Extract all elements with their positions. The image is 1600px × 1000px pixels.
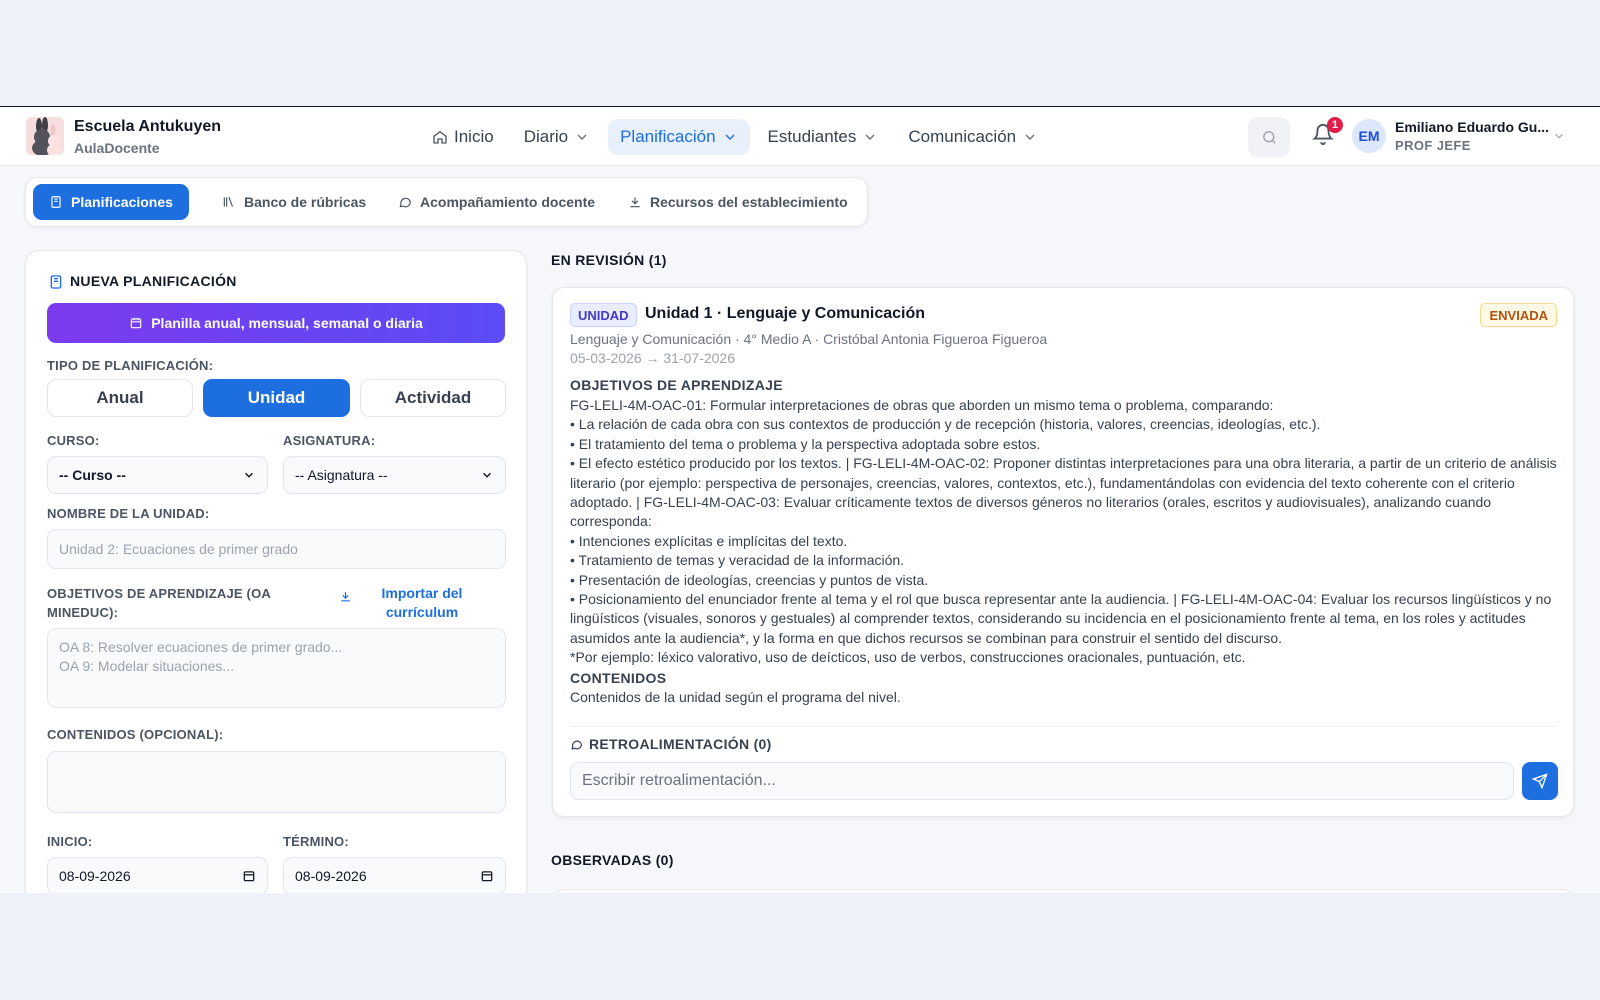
nav-comunicacion[interactable]: Comunicación: [896, 119, 1050, 155]
asignatura-select-value: -- Asignatura --: [295, 467, 388, 483]
type-badge: UNIDAD: [570, 303, 637, 327]
tab-planificaciones-label: Planificaciones: [71, 194, 173, 210]
chevron-down-icon: [1025, 134, 1035, 140]
curso-select-value: -- Curso --: [59, 467, 126, 483]
termino-date-input[interactable]: 08-09-2026: [283, 857, 506, 893]
nav-diario[interactable]: Diario: [512, 119, 602, 155]
tipo-label: TIPO DE PLANIFICACIÓN:: [47, 358, 214, 373]
tab-acompanamiento[interactable]: Acompañamiento docente: [382, 184, 611, 220]
in-review-heading: EN REVISIÓN (1): [551, 252, 667, 268]
user-role: PROF JEFE: [1395, 138, 1471, 153]
tipo-actividad-button[interactable]: Actividad: [360, 379, 506, 417]
contenidos-text: Contenidos de la unidad según el program…: [570, 689, 901, 705]
curso-label: CURSO:: [47, 433, 100, 448]
home-icon: [433, 130, 447, 144]
calendar-icon: [130, 317, 142, 329]
asignatura-label: ASIGNATURA:: [283, 433, 376, 448]
nav-planificacion[interactable]: Planificación: [608, 119, 750, 155]
chevron-down-icon: [244, 472, 254, 478]
card-meta: Lenguaje y Comunicación · 4° Medio A · C…: [570, 331, 1048, 347]
nav-estudiantes-label: Estudiantes: [767, 127, 857, 146]
oa-label: OBJETIVOS DE APRENDIZAJE (OA MINEDUC):: [47, 586, 271, 620]
feedback-input[interactable]: Escribir retroalimentación...: [570, 762, 1514, 800]
nav-comunicacion-label: Comunicación: [908, 127, 1017, 146]
status-badge: ENVIADA: [1480, 303, 1557, 327]
tab-rubricas[interactable]: Banco de rúbricas: [206, 184, 382, 220]
divider: [570, 726, 1556, 727]
termino-label: TÉRMINO:: [283, 834, 349, 849]
contenidos-heading: CONTENIDOS: [570, 670, 667, 686]
chevron-down-icon[interactable]: [1552, 129, 1566, 143]
notification-count-badge: 1: [1327, 117, 1343, 133]
template-button-label: Planilla anual, mensual, semanal o diari…: [151, 315, 423, 331]
tab-rubricas-label: Banco de rúbricas: [244, 194, 367, 210]
unidad-label: NOMBRE DE LA UNIDAD:: [47, 506, 210, 521]
unidad-name-input[interactable]: Unidad 2: Ecuaciones de primer grado: [47, 529, 506, 569]
planning-card: UNIDAD Unidad 1 · Lenguaje y Comunicació…: [552, 287, 1574, 817]
import-curriculum-link[interactable]: Importar del currículum: [366, 584, 478, 622]
feedback-heading: RETROALIMENTACIÓN (0): [570, 736, 772, 752]
nav-diario-label: Diario: [523, 127, 569, 146]
observed-heading: OBSERVADAS (0): [551, 852, 674, 868]
school-logo[interactable]: [26, 117, 64, 155]
feedback-heading-label: RETROALIMENTACIÓN (0): [589, 736, 772, 752]
tab-acompanamiento-label: Acompañamiento docente: [420, 194, 596, 210]
template-button[interactable]: Planilla anual, mensual, semanal o diari…: [47, 303, 505, 343]
school-name: Escuela Antukuyen: [74, 118, 222, 135]
oa-textarea[interactable]: OA 8: Resolver ecuaciones de primer grad…: [47, 628, 506, 708]
nav-estudiantes[interactable]: Estudiantes: [756, 119, 891, 155]
calendar-icon: [481, 871, 493, 882]
tipo-anual-button[interactable]: Anual: [47, 379, 193, 417]
main-nav: Inicio Diario Planificación Estudiantes …: [420, 119, 1050, 155]
notebook-icon: [50, 275, 62, 289]
search-button[interactable]: [1248, 117, 1290, 157]
tab-recursos-label: Recursos del establecimiento: [650, 194, 848, 210]
objetivos-text: FG-LELI-4M-OAC-01: Formular interpretaci…: [570, 397, 1557, 666]
send-icon: [1532, 773, 1548, 789]
inicio-label: INICIO:: [47, 834, 93, 849]
card-title[interactable]: Unidad 1 · Lenguaje y Comunicación: [645, 305, 925, 323]
card-dates: 05-03-2026 → 31-07-2026: [570, 350, 736, 366]
inicio-date-input[interactable]: 08-09-2026: [47, 857, 268, 893]
nav-planificacion-label: Planificación: [620, 127, 716, 146]
avatar[interactable]: EM: [1352, 119, 1386, 153]
bottom-letterbox: [0, 893, 1600, 1000]
inicio-date-value: 08-09-2026: [59, 868, 131, 884]
tipo-unidad-button[interactable]: Unidad: [203, 379, 350, 417]
download-icon[interactable]: [339, 590, 352, 603]
search-icon: [1262, 130, 1276, 144]
send-feedback-button[interactable]: [1522, 762, 1558, 800]
chevron-down-icon: [725, 134, 735, 140]
asignatura-select[interactable]: -- Asignatura --: [283, 456, 506, 494]
chat-bubble-icon: [399, 197, 411, 208]
app-name: AulaDocente: [74, 140, 160, 156]
chevron-down-icon: [482, 472, 492, 478]
chevron-down-icon: [865, 134, 875, 140]
tab-recursos[interactable]: Recursos del establecimiento: [612, 184, 864, 220]
tab-planificaciones[interactable]: Planificaciones: [33, 184, 189, 220]
contenidos-textarea[interactable]: [47, 751, 506, 813]
new-planning-panel: NUEVA PLANIFICACIÓN Planilla anual, mens…: [25, 250, 527, 893]
app: Escuela Antukuyen AulaDocente Inicio Dia…: [0, 106, 1600, 893]
form-title: NUEVA PLANIFICACIÓN: [70, 273, 237, 289]
calendar-icon: [243, 871, 255, 882]
termino-date-value: 08-09-2026: [295, 868, 367, 884]
top-header: Escuela Antukuyen AulaDocente Inicio Dia…: [0, 106, 1600, 166]
objetivos-heading: OBJETIVOS DE APRENDIZAJE: [570, 377, 783, 393]
nav-inicio-label: Inicio: [454, 127, 494, 146]
chevron-down-icon: [577, 134, 587, 140]
curso-select[interactable]: -- Curso --: [47, 456, 268, 494]
contenidos-label: CONTENIDOS (OPCIONAL):: [47, 727, 224, 742]
library-icon: [223, 197, 234, 207]
notebook-icon: [51, 196, 61, 208]
download-icon: [630, 197, 640, 208]
chat-bubble-icon: [571, 740, 582, 750]
nav-inicio[interactable]: Inicio: [420, 119, 506, 155]
user-name[interactable]: Emiliano Eduardo Gu...: [1395, 119, 1549, 135]
planning-subtabs: Planificaciones Banco de rúbricas Acompa…: [25, 177, 868, 227]
top-letterbox: [0, 0, 1600, 106]
